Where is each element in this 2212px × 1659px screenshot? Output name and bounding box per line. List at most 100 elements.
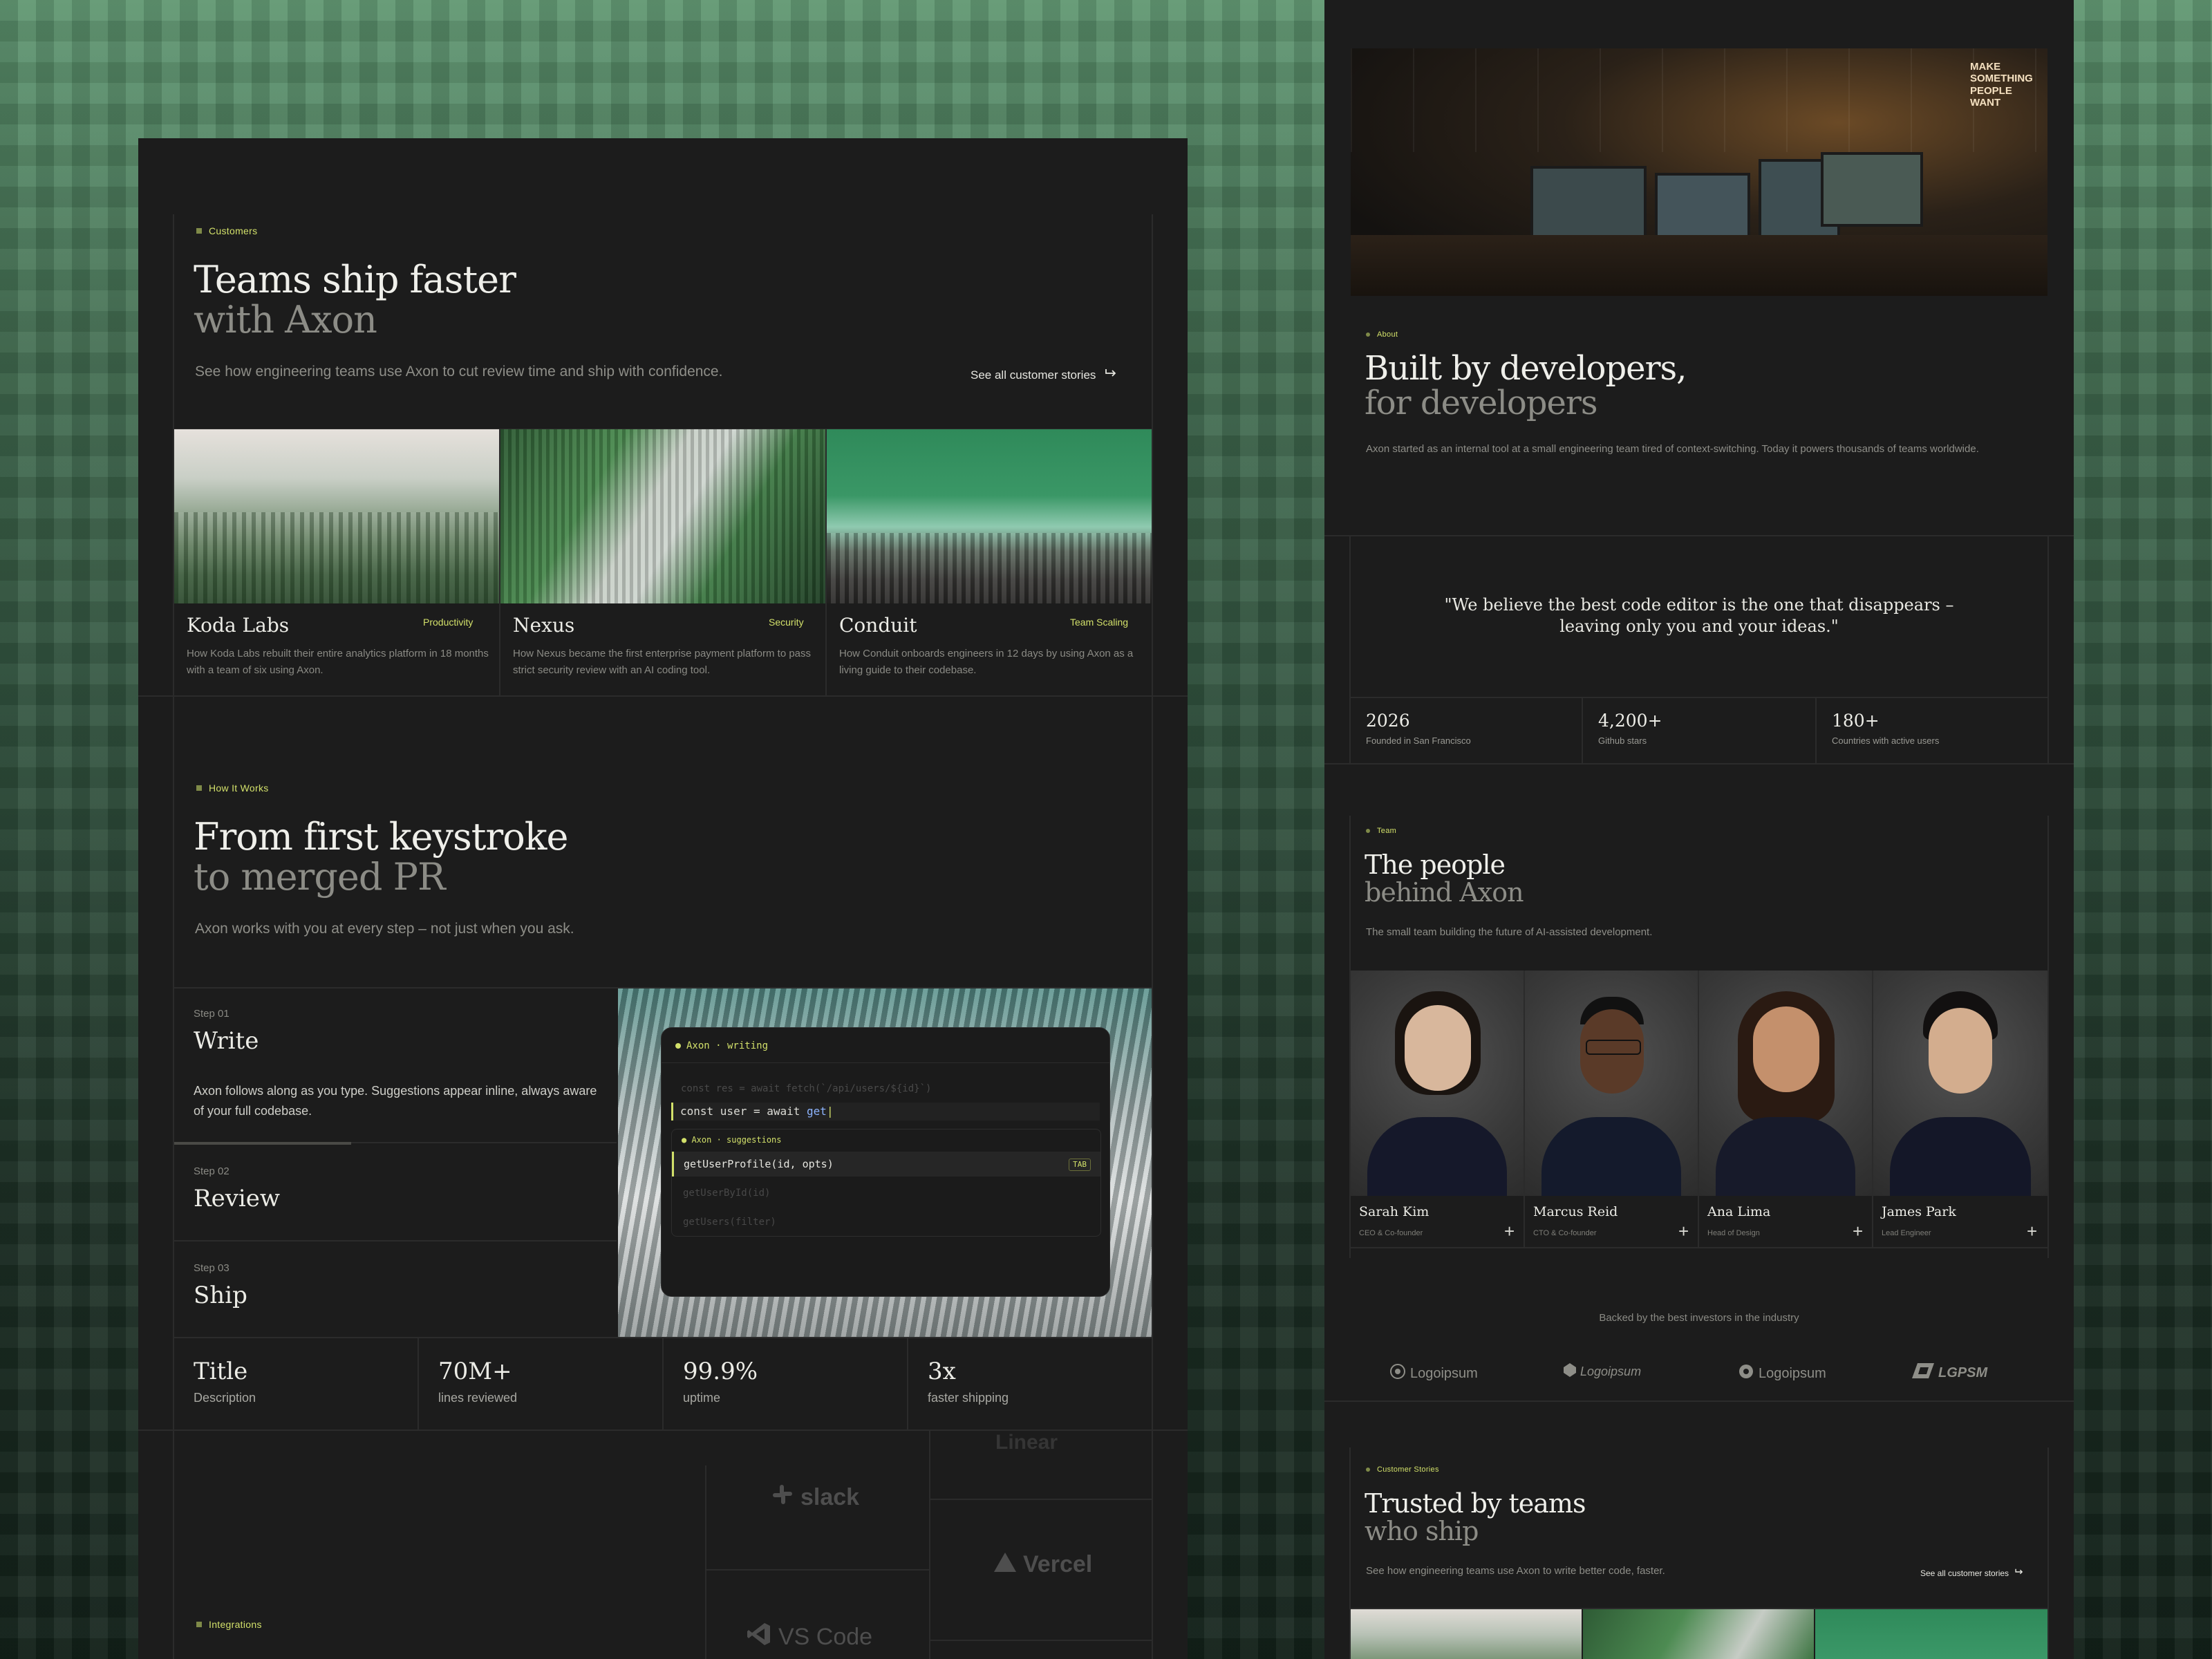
team-member-name: Sarah Kim (1359, 1204, 1430, 1219)
stat-value: 4,200+ (1598, 711, 1662, 731)
slack-icon (771, 1483, 794, 1512)
team-member-role: CTO & Co-founder (1533, 1229, 1597, 1237)
stat-value: 99.9% (683, 1358, 758, 1385)
expand-plus-icon[interactable]: + (1678, 1222, 1689, 1240)
suggestion-item[interactable]: getUsers(filter) (683, 1217, 776, 1228)
stat-label: Github stars (1598, 735, 1647, 746)
arrow-turn-icon (1104, 368, 1118, 382)
team-member-role: Head of Design (1707, 1229, 1760, 1237)
stat-value: 180+ (1832, 711, 1880, 731)
editor-header: Axon · writing (675, 1040, 768, 1051)
stories-title: Trusted by teams who ship (1365, 1488, 1586, 1546)
koda-labs-image[interactable] (174, 429, 499, 603)
code-line-active[interactable]: const user = await get| (671, 1103, 1100, 1121)
suggestions-header: ● Axon · suggestions (682, 1135, 782, 1145)
see-all-stories-link[interactable]: See all customer stories (971, 368, 1118, 382)
how-title: From first keystroke to merged PR (194, 815, 568, 899)
divider (1324, 763, 2074, 765)
tab-key-badge: TAB (1069, 1159, 1091, 1171)
expand-plus-icon[interactable]: + (1853, 1222, 1863, 1240)
stat-value: 2026 (1366, 711, 1410, 731)
team-description: The small team building the future of AI… (1366, 926, 1653, 938)
divider (1349, 697, 2049, 698)
step-title: Ship (194, 1282, 247, 1309)
right-panel: MAKE SOMETHING PEOPLE WANT About Built b… (1324, 0, 2074, 1659)
conduit-image[interactable] (827, 429, 1152, 603)
about-description: Axon started as an internal tool at a sm… (1366, 443, 1979, 455)
story-image[interactable] (1815, 1609, 2047, 1659)
step-title: Write (194, 1027, 259, 1055)
suggestion-item[interactable]: getUserById(id) (683, 1188, 770, 1199)
divider (138, 695, 1188, 697)
card-divider (825, 429, 827, 695)
avatar (1873, 971, 2047, 1196)
customers-description: See how engineering teams use Axon to cu… (195, 364, 723, 379)
card-desc: How Nexus became the first enterprise pa… (513, 648, 812, 676)
card-desc: How Koda Labs rebuilt their entire analy… (187, 648, 489, 676)
card-tag: Productivity (423, 617, 474, 628)
customers-title: Teams ship faster with Axon (194, 258, 516, 342)
story-image[interactable] (1583, 1609, 1814, 1659)
expand-plus-icon[interactable]: + (1504, 1222, 1515, 1240)
card-tag: Team Scaling (1070, 617, 1129, 628)
logo-mark-icon (1389, 1363, 1406, 1384)
card-name: Koda Labs (187, 614, 290, 637)
card-name: Nexus (513, 614, 575, 637)
left-panel: Customers Teams ship faster with Axon Se… (138, 138, 1188, 1659)
stat-label: Countries with active users (1832, 735, 1940, 746)
logo-mark-icon (1912, 1363, 1934, 1382)
logo-mark-icon (1738, 1363, 1754, 1384)
card-desc: How Conduit onboards engineers in 12 day… (839, 648, 1134, 676)
divider (1324, 1400, 2074, 1402)
suggestions-panel: ● Axon · suggestions getUserProfile(id, … (671, 1129, 1101, 1237)
code-line-faded: const res = await fetch(`/api/users/${id… (681, 1083, 932, 1094)
integration-logo-linear: Linear (995, 1431, 1058, 1454)
editor-window: Axon · writing const res = await fetch(`… (661, 1027, 1110, 1297)
investors-heading: Backed by the best investors in the indu… (1599, 1312, 1799, 1324)
integration-logo-vscode: VS Code (747, 1622, 872, 1653)
team-member-name: Ana Lima (1707, 1204, 1771, 1219)
stories-description: See how engineering teams use Axon to wr… (1366, 1565, 1665, 1577)
stories-see-all-link[interactable]: See all customer stories (1920, 1568, 2024, 1578)
logo-mark-icon (1564, 1363, 1576, 1380)
team-office-photo: MAKE SOMETHING PEOPLE WANT (1351, 48, 2047, 296)
integration-logo-vercel: Vercel (994, 1551, 1092, 1578)
stat-value: 70M+ (438, 1358, 512, 1385)
how-eyebrow: How It Works (196, 782, 269, 794)
about-eyebrow: About (1366, 330, 1398, 339)
investor-logo: Logoipsum (1389, 1363, 1478, 1384)
investor-logo: LGPSM (1912, 1363, 1987, 1382)
frame-line (1152, 214, 1153, 836)
suggestion-main[interactable]: getUserProfile(id, opts) TAB (672, 1152, 1100, 1177)
stat-label: Founded in San Francisco (1366, 735, 1471, 746)
stat-value: Title (194, 1358, 248, 1385)
nexus-image[interactable] (500, 429, 825, 603)
stat-divider (907, 1338, 908, 1430)
poster-text: MAKE SOMETHING PEOPLE WANT (1970, 61, 2033, 109)
team-member-name: Marcus Reid (1533, 1204, 1618, 1219)
team-member-name: James Park (1882, 1204, 1956, 1219)
integration-logo-slack: slack (771, 1483, 859, 1512)
triangle-icon (994, 1551, 1016, 1578)
team-member-role: CEO & Co-founder (1359, 1229, 1423, 1237)
team-member-role: Lead Engineer (1882, 1229, 1931, 1237)
stories-eyebrow: Customer Stories (1366, 1465, 1439, 1474)
investor-logo: Logoipsum (1564, 1363, 1641, 1380)
team-title: The people behind Axon (1365, 850, 1524, 908)
card-divider (499, 429, 500, 695)
avatar (1699, 971, 1872, 1196)
status-dot-icon (675, 1043, 681, 1049)
stat-label: Description (194, 1391, 256, 1405)
step-title: Review (194, 1185, 281, 1212)
customers-eyebrow: Customers (196, 225, 257, 236)
card-name: Conduit (839, 614, 917, 637)
expand-plus-icon[interactable]: + (2027, 1222, 2037, 1240)
story-image[interactable] (1351, 1609, 1582, 1659)
integrations-eyebrow: Integrations (196, 1619, 262, 1630)
stat-divider (662, 1338, 664, 1430)
stat-divider (418, 1338, 419, 1430)
investor-logo: Logoipsum (1738, 1363, 1826, 1384)
vscode-icon (747, 1622, 771, 1653)
arrow-turn-icon (2014, 1568, 2024, 1578)
step-label: Step 02 (194, 1165, 229, 1177)
